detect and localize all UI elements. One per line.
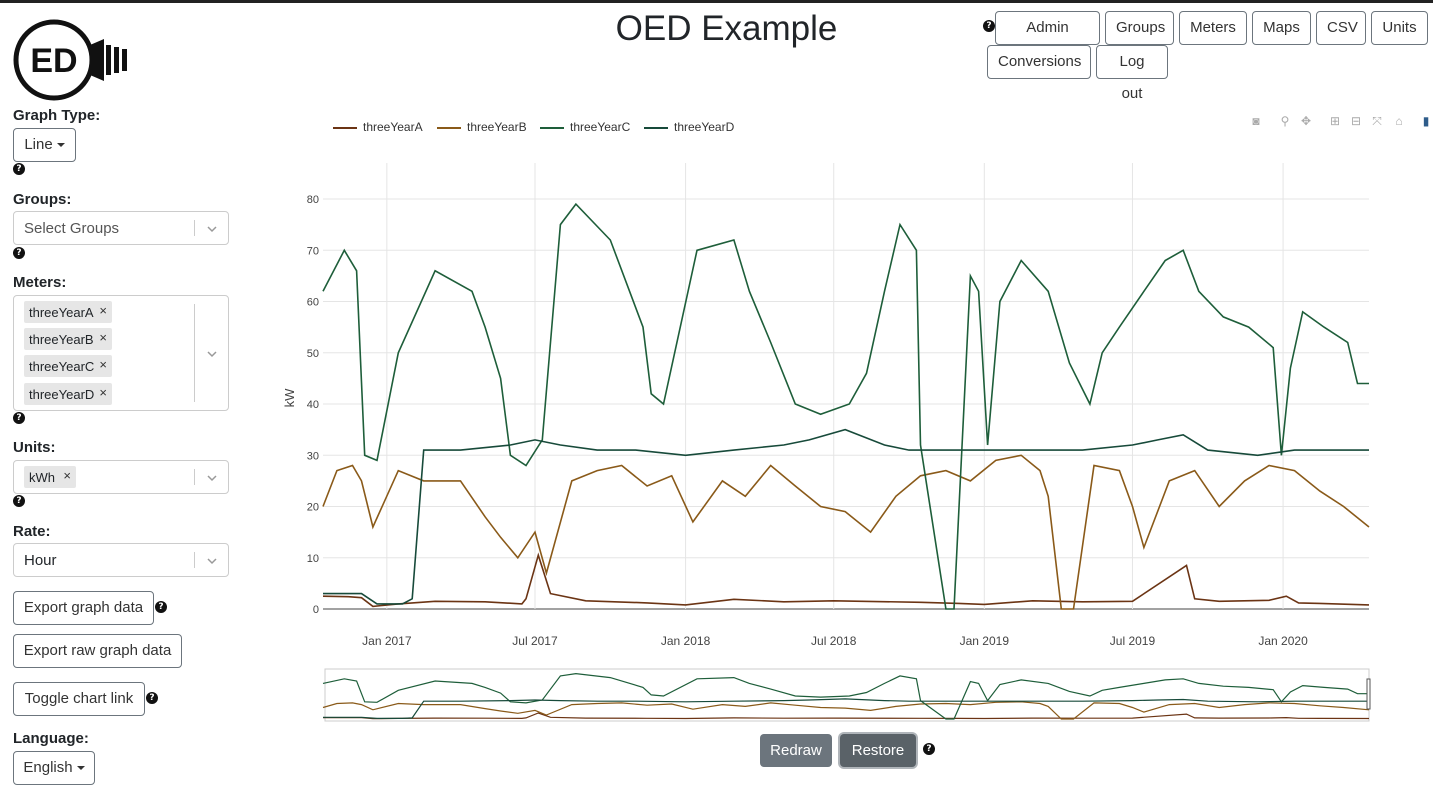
x-tick-label: Jul 2017 — [512, 634, 558, 648]
help-icon[interactable]: ? — [923, 743, 935, 755]
y-tick-label: 80 — [307, 194, 319, 206]
y-tick-label: 50 — [307, 348, 319, 360]
redraw-button[interactable]: Redraw — [760, 734, 832, 767]
x-tick-label: Jan 2017 — [362, 634, 412, 648]
y-tick-label: 60 — [307, 297, 319, 309]
y-tick-label: 70 — [307, 245, 319, 257]
y-tick-label: 0 — [313, 604, 319, 616]
x-tick-label: Jul 2019 — [1110, 634, 1156, 648]
y-tick-label: 20 — [307, 502, 319, 514]
y-tick-label: 40 — [307, 399, 319, 411]
x-tick-label: Jul 2018 — [811, 634, 857, 648]
y-tick-label: 30 — [307, 450, 319, 462]
range-slider — [324, 668, 1370, 722]
restore-button[interactable]: Restore — [840, 734, 916, 767]
y-axis-label: kW — [282, 388, 297, 408]
y-tick-label: 10 — [307, 553, 319, 565]
series-line-threeYearB — [322, 454, 1370, 610]
line-chart[interactable]: 0 10 20 30 40 50 60 70 80 Jan 2017 Jul 2017 Jan 201… — [0, 3, 1433, 786]
x-tick-label: Jan 2019 — [960, 634, 1010, 648]
series-line-threeYearC — [322, 202, 1369, 610]
x-tick-label: Jan 2018 — [661, 634, 711, 648]
series-line-threeYearA — [322, 552, 1370, 608]
x-tick-label: Jan 2020 — [1258, 634, 1308, 648]
range-handle — [1366, 678, 1371, 710]
